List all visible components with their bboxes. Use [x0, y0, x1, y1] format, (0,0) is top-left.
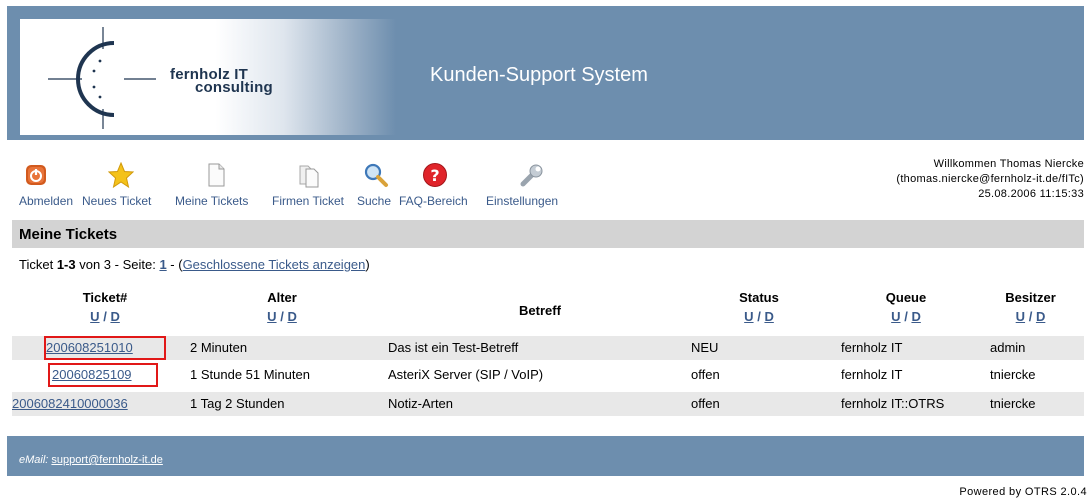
sort-controls-ticket: U / D: [65, 309, 145, 324]
welcome-user: Willkommen Thomas Niercke: [933, 158, 1084, 170]
my-tickets-label: Meine Tickets: [175, 194, 249, 208]
column-label-queue: Queue: [885, 290, 927, 305]
sort-up-owner[interactable]: U: [1016, 309, 1025, 324]
highlight-box: [44, 336, 166, 360]
ticket-owner: tniercke: [990, 396, 1036, 411]
welcome-datetime: 25.08.2006 11:15:33: [978, 188, 1084, 200]
column-header-age: Alter U / D: [252, 290, 312, 324]
summary-middle: von 3 - Seite:: [75, 257, 160, 272]
search-label: Suche: [357, 194, 392, 208]
ticket-status: offen: [691, 367, 720, 382]
sort-sep-age: /: [280, 309, 284, 324]
search-icon: [364, 163, 388, 187]
ticket-queue: fernholz IT: [841, 340, 903, 355]
column-header-ticket: Ticket# U / D: [65, 290, 145, 324]
support-email-link[interactable]: support@fernholz-it.de: [51, 454, 162, 466]
sort-down-owner[interactable]: D: [1036, 309, 1045, 324]
ticket-subject: Notiz-Arten: [388, 396, 454, 411]
powered-by: Powered by OTRS 2.0.4: [959, 486, 1087, 498]
column-header-status: Status U / D: [724, 290, 794, 324]
star-icon: [108, 162, 134, 188]
section-header: Meine Tickets: [12, 220, 1084, 248]
company-ticket-label: Firmen Ticket: [272, 194, 345, 208]
logout-icon: [26, 165, 46, 185]
table-row[interactable]: 2006082410000036 1 Tag 2 Stunden Notiz-A…: [12, 392, 1084, 416]
table-row[interactable]: 200608251010 2 Minuten Das ist ein Test-…: [12, 336, 1084, 360]
welcome-info: Willkommen Thomas Niercke (thomas.nierck…: [896, 157, 1084, 202]
page-link-1[interactable]: 1: [159, 257, 166, 272]
ticket-age: 2 Minuten: [190, 340, 248, 355]
column-header-queue: Queue U / D: [871, 290, 941, 324]
footer-email-label: eMail:: [19, 454, 52, 466]
new-ticket-label: Neues Ticket: [82, 194, 152, 208]
sort-down-age[interactable]: D: [287, 309, 296, 324]
ticket-age: 1 Stunde 51 Minuten: [190, 367, 310, 382]
sort-down-status[interactable]: D: [764, 309, 773, 324]
sort-controls-age: U / D: [252, 309, 312, 324]
sort-sep-ticket: /: [103, 309, 107, 324]
sort-controls-queue: U / D: [871, 309, 941, 324]
wrench-icon: [520, 164, 543, 187]
settings-label: Einstellungen: [486, 194, 559, 208]
footer-contact: eMail: support@fernholz-it.de: [19, 454, 163, 466]
ticket-number-link[interactable]: 2006082410000036: [12, 396, 128, 411]
table-row[interactable]: 20060825109 1 Stunde 51 Minuten AsteriX …: [12, 363, 1084, 387]
help-icon: ?: [423, 163, 447, 187]
ticket-queue: fernholz IT: [841, 367, 903, 382]
sort-controls-status: U / D: [724, 309, 794, 324]
sort-controls-owner: U / D: [993, 309, 1068, 324]
ticket-owner: tniercke: [990, 367, 1036, 382]
section-title: Meine Tickets: [19, 226, 118, 243]
documents-icon: [299, 165, 319, 188]
logout-label: Abmelden: [19, 194, 74, 208]
sort-down-ticket[interactable]: D: [110, 309, 119, 324]
ticket-status: offen: [691, 396, 720, 411]
column-header-owner: Besitzer U / D: [993, 290, 1068, 324]
ticket-status: NEU: [691, 340, 719, 355]
sort-up-ticket[interactable]: U: [90, 309, 99, 324]
sort-sep-status: /: [757, 309, 761, 324]
sort-sep-owner: /: [1028, 309, 1033, 324]
ticket-subject: Das ist ein Test-Betreff: [388, 340, 519, 355]
footer-bar: eMail: support@fernholz-it.de: [7, 436, 1084, 476]
header-banner: fernholz IT consulting Kunden-Support Sy…: [7, 6, 1084, 140]
highlight-box: [48, 363, 158, 387]
sort-up-status[interactable]: U: [744, 309, 753, 324]
company-logo: fernholz IT consulting: [20, 19, 396, 135]
sort-up-queue[interactable]: U: [891, 309, 900, 324]
summary-suffix: ): [365, 257, 370, 272]
column-header-subject: Betreff: [500, 303, 580, 318]
sort-down-queue[interactable]: D: [911, 309, 920, 324]
document-icon: [208, 163, 225, 187]
ticket-queue: fernholz IT::OTRS: [841, 396, 945, 411]
welcome-email: (thomas.niercke@fernholz-it.de/fITc): [896, 173, 1084, 185]
column-label-owner: Besitzer: [1005, 290, 1056, 305]
faq-label: FAQ-Bereich: [399, 194, 468, 208]
summary-dash: - (: [166, 257, 183, 272]
sort-up-age[interactable]: U: [267, 309, 276, 324]
column-label-subject: Betreff: [519, 303, 561, 318]
summary-prefix: Ticket: [19, 257, 57, 272]
compass-logo-icon: [48, 27, 156, 129]
summary-range: 1-3: [56, 257, 76, 272]
column-label-age: Alter: [267, 290, 297, 305]
page-title: Kunden-Support System: [430, 64, 648, 86]
svg-text:?: ?: [430, 166, 439, 185]
column-label-ticket: Ticket#: [82, 290, 128, 305]
ticket-owner: admin: [990, 340, 1026, 355]
ticket-summary: Ticket 1-3 von 3 - Seite: 1 - (Geschloss…: [19, 257, 370, 272]
ticket-subject: AsteriX Server (SIP / VoIP): [388, 367, 544, 382]
sort-sep-queue: /: [904, 309, 908, 324]
closed-tickets-link[interactable]: Geschlossene Tickets anzeigen: [183, 257, 366, 272]
logo-text-consulting: consulting: [195, 79, 273, 96]
ticket-age: 1 Tag 2 Stunden: [190, 396, 285, 411]
column-label-status: Status: [739, 290, 779, 305]
